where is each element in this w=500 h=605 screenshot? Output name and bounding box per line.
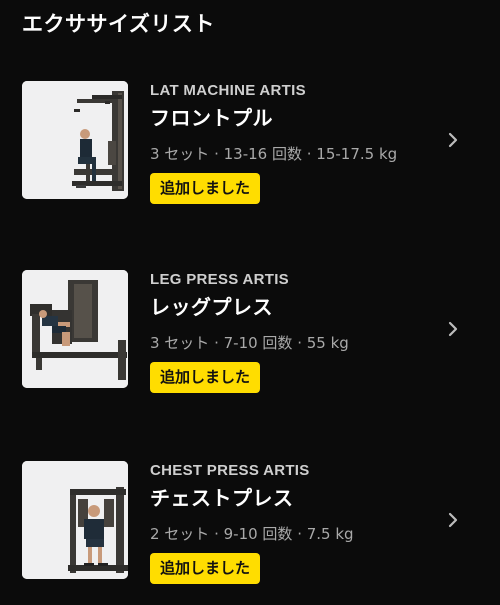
exercise-item-front-pull[interactable]: LAT MACHINE ARTIS フロントプル 3 セット · 13-16 回… xyxy=(0,81,500,211)
chevron-right-icon[interactable] xyxy=(444,320,462,338)
exercise-thumbnail xyxy=(22,81,128,199)
exercise-item-leg-press[interactable]: LEG PRESS ARTIS レッグプレス 3 セット · 7-10 回数 ·… xyxy=(0,270,500,400)
exercise-details: 3 セット · 7-10 回数 · 55 kg xyxy=(150,334,349,352)
chest-press-image xyxy=(22,461,128,579)
exercise-thumbnail xyxy=(22,461,128,579)
exercise-details: 2 セット · 9-10 回数 · 7.5 kg xyxy=(150,525,354,543)
page-title: エクササイズリスト xyxy=(22,12,215,36)
added-badge: 追加しました xyxy=(150,173,261,204)
exercise-name: レッグプレス xyxy=(150,295,273,319)
leg-press-image xyxy=(22,270,128,388)
exercise-name: チェストプレス xyxy=(150,486,294,510)
exercise-name: フロントプル xyxy=(150,106,273,130)
chevron-right-icon[interactable] xyxy=(444,131,462,149)
exercise-thumbnail xyxy=(22,270,128,388)
machine-name: LEG PRESS ARTIS xyxy=(150,271,289,288)
lat-machine-image xyxy=(22,81,128,199)
machine-name: LAT MACHINE ARTIS xyxy=(150,82,306,99)
added-badge: 追加しました xyxy=(150,362,261,393)
exercise-details: 3 セット · 13-16 回数 · 15-17.5 kg xyxy=(150,145,398,163)
added-badge: 追加しました xyxy=(150,553,261,584)
exercise-list-screen: エクササイズリスト LAT MACHINE ARTIS フロントプル 3 セット… xyxy=(0,0,500,605)
exercise-item-chest-press[interactable]: CHEST PRESS ARTIS チェストプレス 2 セット · 9-10 回… xyxy=(0,461,500,591)
machine-name: CHEST PRESS ARTIS xyxy=(150,462,310,479)
chevron-right-icon[interactable] xyxy=(444,511,462,529)
